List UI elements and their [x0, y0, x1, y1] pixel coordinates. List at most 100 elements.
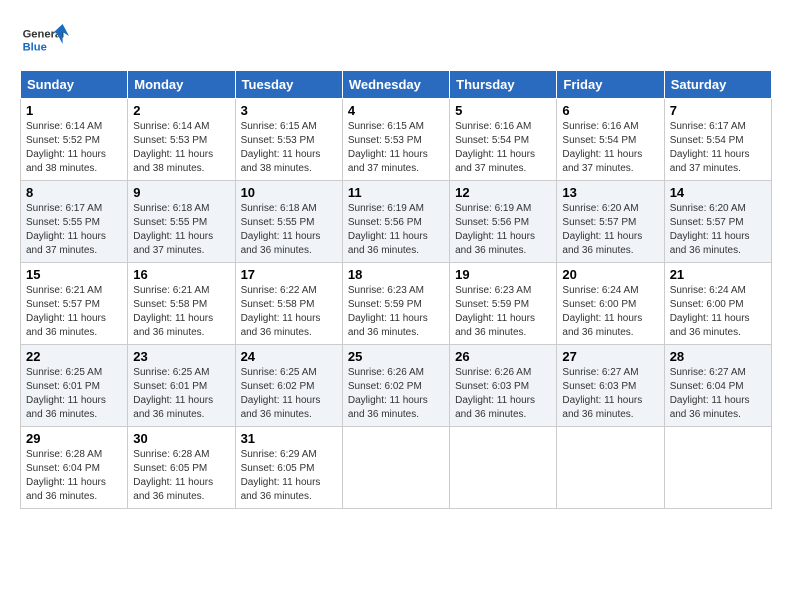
day-info: Sunrise: 6:25 AM Sunset: 6:01 PM Dayligh… [133, 366, 229, 422]
day-cell [450, 427, 557, 509]
week-row-3: 15 Sunrise: 6:21 AM Sunset: 5:57 PM Dayl… [21, 263, 772, 345]
day-cell [664, 427, 771, 509]
day-cell: 4 Sunrise: 6:15 AM Sunset: 5:53 PM Dayli… [342, 99, 449, 181]
day-cell [342, 427, 449, 509]
day-info: Sunrise: 6:16 AM Sunset: 5:54 PM Dayligh… [562, 120, 658, 176]
day-number: 2 [133, 103, 229, 118]
day-cell: 2 Sunrise: 6:14 AM Sunset: 5:53 PM Dayli… [128, 99, 235, 181]
day-cell [557, 427, 664, 509]
day-number: 28 [670, 349, 766, 364]
day-cell: 3 Sunrise: 6:15 AM Sunset: 5:53 PM Dayli… [235, 99, 342, 181]
day-info: Sunrise: 6:28 AM Sunset: 6:05 PM Dayligh… [133, 448, 229, 504]
day-info: Sunrise: 6:25 AM Sunset: 6:01 PM Dayligh… [26, 366, 122, 422]
day-info: Sunrise: 6:21 AM Sunset: 5:58 PM Dayligh… [133, 284, 229, 340]
day-number: 4 [348, 103, 444, 118]
day-cell: 6 Sunrise: 6:16 AM Sunset: 5:54 PM Dayli… [557, 99, 664, 181]
day-number: 23 [133, 349, 229, 364]
day-info: Sunrise: 6:24 AM Sunset: 6:00 PM Dayligh… [562, 284, 658, 340]
day-info: Sunrise: 6:28 AM Sunset: 6:04 PM Dayligh… [26, 448, 122, 504]
day-info: Sunrise: 6:27 AM Sunset: 6:04 PM Dayligh… [670, 366, 766, 422]
day-info: Sunrise: 6:21 AM Sunset: 5:57 PM Dayligh… [26, 284, 122, 340]
day-number: 21 [670, 267, 766, 282]
day-number: 22 [26, 349, 122, 364]
day-number: 10 [241, 185, 337, 200]
day-cell: 21 Sunrise: 6:24 AM Sunset: 6:00 PM Dayl… [664, 263, 771, 345]
day-info: Sunrise: 6:14 AM Sunset: 5:53 PM Dayligh… [133, 120, 229, 176]
day-info: Sunrise: 6:19 AM Sunset: 5:56 PM Dayligh… [455, 202, 551, 258]
day-number: 14 [670, 185, 766, 200]
day-cell: 16 Sunrise: 6:21 AM Sunset: 5:58 PM Dayl… [128, 263, 235, 345]
day-info: Sunrise: 6:17 AM Sunset: 5:54 PM Dayligh… [670, 120, 766, 176]
day-number: 19 [455, 267, 551, 282]
day-cell: 24 Sunrise: 6:25 AM Sunset: 6:02 PM Dayl… [235, 345, 342, 427]
day-cell: 19 Sunrise: 6:23 AM Sunset: 5:59 PM Dayl… [450, 263, 557, 345]
day-info: Sunrise: 6:18 AM Sunset: 5:55 PM Dayligh… [133, 202, 229, 258]
weekday-header-wednesday: Wednesday [342, 71, 449, 99]
day-cell: 7 Sunrise: 6:17 AM Sunset: 5:54 PM Dayli… [664, 99, 771, 181]
day-info: Sunrise: 6:20 AM Sunset: 5:57 PM Dayligh… [562, 202, 658, 258]
day-number: 26 [455, 349, 551, 364]
day-cell: 14 Sunrise: 6:20 AM Sunset: 5:57 PM Dayl… [664, 181, 771, 263]
day-cell: 27 Sunrise: 6:27 AM Sunset: 6:03 PM Dayl… [557, 345, 664, 427]
day-info: Sunrise: 6:22 AM Sunset: 5:58 PM Dayligh… [241, 284, 337, 340]
day-cell: 31 Sunrise: 6:29 AM Sunset: 6:05 PM Dayl… [235, 427, 342, 509]
day-cell: 26 Sunrise: 6:26 AM Sunset: 6:03 PM Dayl… [450, 345, 557, 427]
weekday-header-tuesday: Tuesday [235, 71, 342, 99]
weekday-header-friday: Friday [557, 71, 664, 99]
day-info: Sunrise: 6:23 AM Sunset: 5:59 PM Dayligh… [348, 284, 444, 340]
week-row-2: 8 Sunrise: 6:17 AM Sunset: 5:55 PM Dayli… [21, 181, 772, 263]
day-number: 16 [133, 267, 229, 282]
day-cell: 1 Sunrise: 6:14 AM Sunset: 5:52 PM Dayli… [21, 99, 128, 181]
weekday-header-sunday: Sunday [21, 71, 128, 99]
day-cell: 30 Sunrise: 6:28 AM Sunset: 6:05 PM Dayl… [128, 427, 235, 509]
day-number: 8 [26, 185, 122, 200]
logo: General Blue [20, 20, 70, 60]
svg-text:Blue: Blue [23, 41, 47, 53]
week-row-1: 1 Sunrise: 6:14 AM Sunset: 5:52 PM Dayli… [21, 99, 772, 181]
day-number: 7 [670, 103, 766, 118]
day-number: 12 [455, 185, 551, 200]
day-number: 15 [26, 267, 122, 282]
week-row-4: 22 Sunrise: 6:25 AM Sunset: 6:01 PM Dayl… [21, 345, 772, 427]
weekday-header-saturday: Saturday [664, 71, 771, 99]
day-cell: 28 Sunrise: 6:27 AM Sunset: 6:04 PM Dayl… [664, 345, 771, 427]
weekday-header-thursday: Thursday [450, 71, 557, 99]
day-number: 6 [562, 103, 658, 118]
day-info: Sunrise: 6:18 AM Sunset: 5:55 PM Dayligh… [241, 202, 337, 258]
day-number: 24 [241, 349, 337, 364]
week-row-5: 29 Sunrise: 6:28 AM Sunset: 6:04 PM Dayl… [21, 427, 772, 509]
day-info: Sunrise: 6:16 AM Sunset: 5:54 PM Dayligh… [455, 120, 551, 176]
day-info: Sunrise: 6:15 AM Sunset: 5:53 PM Dayligh… [348, 120, 444, 176]
weekday-header-monday: Monday [128, 71, 235, 99]
day-number: 29 [26, 431, 122, 446]
day-number: 13 [562, 185, 658, 200]
day-info: Sunrise: 6:20 AM Sunset: 5:57 PM Dayligh… [670, 202, 766, 258]
day-info: Sunrise: 6:27 AM Sunset: 6:03 PM Dayligh… [562, 366, 658, 422]
day-number: 25 [348, 349, 444, 364]
day-cell: 9 Sunrise: 6:18 AM Sunset: 5:55 PM Dayli… [128, 181, 235, 263]
day-info: Sunrise: 6:25 AM Sunset: 6:02 PM Dayligh… [241, 366, 337, 422]
logo-icon: General Blue [20, 20, 70, 60]
day-info: Sunrise: 6:17 AM Sunset: 5:55 PM Dayligh… [26, 202, 122, 258]
day-cell: 12 Sunrise: 6:19 AM Sunset: 5:56 PM Dayl… [450, 181, 557, 263]
day-cell: 23 Sunrise: 6:25 AM Sunset: 6:01 PM Dayl… [128, 345, 235, 427]
day-cell: 15 Sunrise: 6:21 AM Sunset: 5:57 PM Dayl… [21, 263, 128, 345]
day-cell: 18 Sunrise: 6:23 AM Sunset: 5:59 PM Dayl… [342, 263, 449, 345]
day-number: 31 [241, 431, 337, 446]
day-cell: 17 Sunrise: 6:22 AM Sunset: 5:58 PM Dayl… [235, 263, 342, 345]
day-info: Sunrise: 6:15 AM Sunset: 5:53 PM Dayligh… [241, 120, 337, 176]
day-info: Sunrise: 6:26 AM Sunset: 6:02 PM Dayligh… [348, 366, 444, 422]
day-number: 5 [455, 103, 551, 118]
day-number: 11 [348, 185, 444, 200]
day-cell: 20 Sunrise: 6:24 AM Sunset: 6:00 PM Dayl… [557, 263, 664, 345]
calendar-table: SundayMondayTuesdayWednesdayThursdayFrid… [20, 70, 772, 509]
day-number: 18 [348, 267, 444, 282]
day-info: Sunrise: 6:26 AM Sunset: 6:03 PM Dayligh… [455, 366, 551, 422]
day-info: Sunrise: 6:29 AM Sunset: 6:05 PM Dayligh… [241, 448, 337, 504]
day-number: 27 [562, 349, 658, 364]
day-number: 1 [26, 103, 122, 118]
day-number: 3 [241, 103, 337, 118]
day-cell: 22 Sunrise: 6:25 AM Sunset: 6:01 PM Dayl… [21, 345, 128, 427]
day-cell: 13 Sunrise: 6:20 AM Sunset: 5:57 PM Dayl… [557, 181, 664, 263]
day-cell: 11 Sunrise: 6:19 AM Sunset: 5:56 PM Dayl… [342, 181, 449, 263]
